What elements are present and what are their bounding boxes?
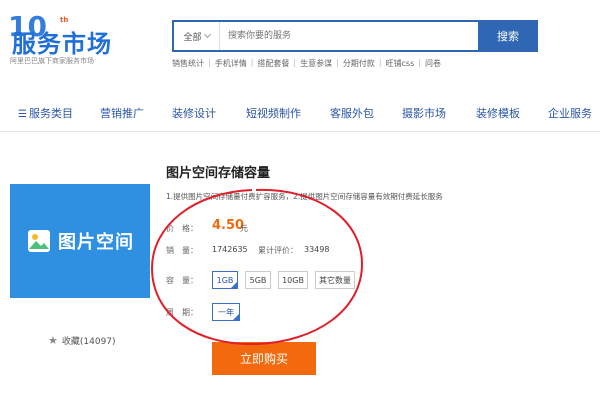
- divider: |: [208, 58, 211, 67]
- capacity-option-10gb[interactable]: 10GB: [278, 271, 308, 289]
- hot-links: 销售统计 | 手机详情 | 搭配套餐 | 生意参谋 | 分期付款 | 旺铺css | 问卷: [172, 58, 441, 69]
- reviews-label: 累计评价：: [258, 246, 298, 255]
- period-label: 周 期：: [166, 308, 198, 317]
- favorite-button[interactable]: ★ 收藏(14097): [48, 334, 116, 347]
- capacity-option-other[interactable]: 其它数量: [315, 271, 355, 289]
- divider: |: [250, 58, 254, 67]
- divider: |: [418, 58, 421, 67]
- nav-item-customer-service[interactable]: 客服外包: [330, 105, 374, 121]
- annotation-ellipse: [150, 188, 364, 346]
- site-logo[interactable]: 10 th 服务市场 阿里巴巴旗下商家服务市场: [8, 10, 128, 70]
- nav-item-short-video[interactable]: 短视频制作: [246, 105, 301, 121]
- product-image: 图片空间: [10, 184, 150, 298]
- capacity-option-5gb[interactable]: 5GB: [245, 271, 271, 289]
- product-description: 1.提供图片空间存储量付费扩容服务，2.提供图片空间存储容量有效期付费延长服务: [166, 192, 443, 201]
- sales-value: 1742635: [212, 245, 248, 254]
- favorites-count: 收藏(14097): [61, 337, 116, 347]
- picture-icon: [28, 230, 50, 252]
- logo-subtitle: 阿里巴巴旗下商家服务市场: [10, 57, 94, 65]
- logo-text: 服务市场: [12, 30, 112, 58]
- buy-now-button[interactable]: 立即购买: [212, 342, 316, 375]
- nav-item-label: 服务类目: [28, 107, 73, 120]
- capacity-label: 容 量：: [166, 276, 198, 285]
- price-label: 价 格：: [166, 224, 198, 233]
- product-image-text: 图片空间: [58, 232, 134, 253]
- divider: |: [293, 58, 297, 67]
- hot-link[interactable]: 旺铺css: [386, 58, 415, 69]
- main-nav: ☰ 服务类目 营销推广 装修设计 短视频制作 客服外包 摄影市场 装修模板 企业服…: [0, 96, 600, 132]
- search-category-label: 全部: [183, 32, 202, 43]
- search-input[interactable]: [220, 22, 478, 50]
- reviews-value: 33498: [304, 245, 330, 254]
- sales-label: 销 量：: [166, 246, 198, 255]
- period-option-one-year[interactable]: 一年: [212, 303, 240, 321]
- search-button[interactable]: 搜索: [478, 20, 538, 52]
- nav-item-decoration[interactable]: 装修设计: [172, 105, 216, 121]
- chevron-down-icon: [203, 30, 211, 39]
- star-icon: ★: [48, 334, 58, 347]
- nav-item-photography[interactable]: 摄影市场: [402, 105, 446, 121]
- divider: |: [378, 58, 382, 67]
- nav-item-categories[interactable]: ☰ 服务类目: [18, 105, 73, 121]
- price-unit: 元: [240, 224, 248, 233]
- hot-link[interactable]: 生意参谋: [300, 58, 332, 69]
- hot-link[interactable]: 问卷: [425, 58, 441, 69]
- menu-icon: ☰: [18, 109, 27, 120]
- nav-item-marketing[interactable]: 营销推广: [100, 105, 144, 121]
- search-category-select[interactable]: 全部: [174, 22, 220, 50]
- hot-link[interactable]: 手机详情: [215, 58, 247, 69]
- hot-link[interactable]: 销售统计: [172, 58, 204, 69]
- divider: |: [336, 58, 339, 67]
- search-bar: 全部 搜索: [172, 20, 538, 52]
- logo-suffix: th: [60, 16, 69, 24]
- nav-item-enterprise[interactable]: 企业服务: [548, 105, 592, 121]
- capacity-option-1gb[interactable]: 1GB: [212, 271, 238, 289]
- product-title: 图片空间存储容量: [166, 166, 271, 181]
- hot-link[interactable]: 分期付款: [343, 58, 375, 69]
- nav-item-templates[interactable]: 装修模板: [476, 105, 520, 121]
- hot-link[interactable]: 搭配套餐: [257, 58, 289, 69]
